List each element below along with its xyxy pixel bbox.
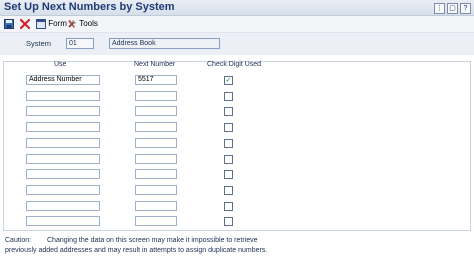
next-number-input[interactable] [135,122,177,132]
form-menu-label: Form [48,19,67,28]
check-digit-checkbox[interactable] [224,155,233,164]
next-number-input[interactable] [135,185,177,195]
check-digit-checkbox[interactable] [224,202,233,211]
use-input[interactable] [26,185,100,195]
red-x-icon [20,18,30,29]
form-icon [36,19,46,29]
check-digit-checkbox[interactable]: ✓ [224,76,233,85]
next-number-input[interactable]: 5517 [135,75,177,85]
next-number-input[interactable] [135,169,177,179]
next-number-input[interactable] [135,106,177,116]
use-input[interactable] [26,122,100,132]
caution-line-2: previously added addresses and may resul… [5,247,268,254]
tools-menu[interactable]: Tools [67,18,98,30]
system-name-field: Address Book [109,38,220,49]
use-input[interactable] [26,138,100,148]
close-button[interactable] [20,18,30,30]
system-code-field[interactable]: 01 [66,38,94,49]
check-digit-checkbox[interactable] [224,186,233,195]
caution-panel: Caution: Changing the data on this scree… [0,233,474,280]
use-input[interactable] [26,106,100,116]
use-input[interactable] [26,201,100,211]
column-header-use: Use [54,61,67,68]
next-number-input[interactable] [135,91,177,101]
check-digit-checkbox[interactable] [224,107,233,116]
use-input[interactable] [26,154,100,164]
check-digit-checkbox[interactable] [224,217,233,226]
window-title: Set Up Next Numbers by System [4,1,175,13]
restore-icon[interactable]: ▢ [447,3,458,14]
system-label: System [26,39,52,48]
form-menu[interactable]: Form [36,18,67,30]
help-icon[interactable]: ? [460,3,471,14]
tools-menu-label: Tools [79,19,98,28]
toolbar: Form Tools [0,16,474,33]
options-icon[interactable]: ⋮ [434,3,445,14]
column-header-next-number: Next Number [134,61,176,68]
caution-label: Caution: [5,237,32,244]
next-number-input[interactable] [135,154,177,164]
title-bar: Set Up Next Numbers by System ⋮ ▢ ? [0,0,474,16]
check-digit-checkbox[interactable] [224,123,233,132]
use-input[interactable] [26,169,100,179]
column-header-check-digit: Check Digit Used [207,61,262,68]
use-input[interactable] [26,91,100,101]
tools-icon [68,20,76,28]
next-number-input[interactable] [135,216,177,226]
caution-line-1: Changing the data on this screen may mak… [47,237,258,244]
check-digit-checkbox[interactable] [224,139,233,148]
check-digit-checkbox[interactable] [224,92,233,101]
next-number-input[interactable] [135,201,177,211]
use-input[interactable]: Address Number [26,75,100,85]
floppy-disk-icon [4,18,14,29]
save-button[interactable] [4,18,14,30]
use-input[interactable] [26,216,100,226]
check-digit-checkbox[interactable] [224,170,233,179]
next-number-input[interactable] [135,138,177,148]
